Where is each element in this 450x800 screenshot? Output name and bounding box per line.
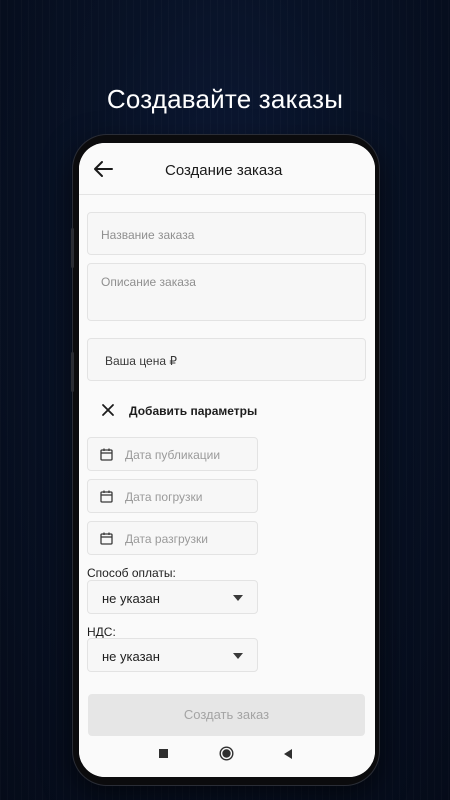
price-placeholder: Ваша цена ₽ [105,354,177,368]
order-description-input[interactable]: Описание заказа [87,263,366,321]
app-screen: Создание заказа Название заказа Описание… [79,143,375,777]
app-bar: Создание заказа [79,143,375,195]
phone-side-button [71,352,74,392]
order-name-input[interactable]: Название заказа [87,212,366,255]
home-icon[interactable] [219,746,234,761]
recent-apps-icon[interactable] [159,749,168,758]
vat-value: не указан [102,649,160,664]
calendar-icon [100,448,113,461]
payment-method-select[interactable]: не указан [87,580,258,614]
create-order-button[interactable]: Создать заказ [88,694,365,736]
nav-back-icon[interactable] [282,748,294,760]
order-name-placeholder: Название заказа [101,228,195,242]
dropdown-caret-icon [233,653,243,659]
vat-label: НДС: [87,625,116,639]
system-nav-bar [79,739,375,777]
page-title: Создание заказа [165,162,283,179]
price-input[interactable]: Ваша цена ₽ [87,338,366,381]
payment-method-value: не указан [102,591,160,606]
close-icon[interactable] [101,403,115,417]
unloading-date-label: Дата разгрузки [125,532,208,546]
loading-date-field[interactable]: Дата погрузки [87,479,258,513]
publication-date-field[interactable]: Дата публикации [87,437,258,471]
calendar-icon [100,490,113,503]
arrow-left-icon[interactable] [93,160,113,178]
promo-headline: Создавайте заказы [106,84,344,114]
calendar-icon [100,532,113,545]
dropdown-caret-icon [233,595,243,601]
loading-date-label: Дата погрузки [125,490,203,504]
order-description-placeholder: Описание заказа [101,275,196,289]
payment-method-label: Способ оплаты: [87,566,176,580]
add-params-label: Добавить параметры [129,404,258,418]
publication-date-label: Дата публикации [125,448,221,462]
unloading-date-field[interactable]: Дата разгрузки [87,521,258,555]
vat-select[interactable]: не указан [87,638,258,672]
phone-side-button [71,228,74,268]
